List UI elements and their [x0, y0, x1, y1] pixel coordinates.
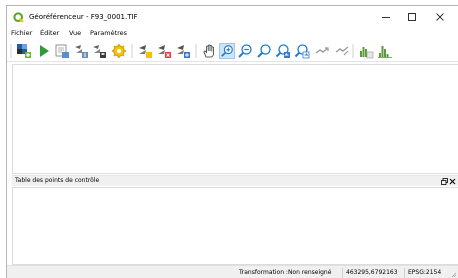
menu-bar: Fichier Éditer Vue Paramètres — [7, 28, 458, 40]
toolbar-grip[interactable] — [10, 44, 12, 58]
full-histogram-stretch-icon — [378, 46, 392, 58]
toolbar-grip[interactable] — [131, 44, 133, 58]
gcp-dock-title: Table des points de contrôle — [15, 177, 100, 184]
add-point-button[interactable] — [137, 43, 153, 59]
dock-float-icon[interactable] — [441, 178, 448, 185]
load-gcp-button[interactable] — [73, 43, 89, 59]
open-raster-button[interactable] — [16, 43, 32, 59]
close-button[interactable] — [429, 10, 451, 24]
add-point-icon — [139, 45, 152, 58]
status-transformation: Transformation :Non renseigné — [239, 269, 332, 276]
dock-close-icon[interactable] — [449, 178, 456, 185]
start-georeferencing-icon — [40, 45, 49, 57]
zoom-next-button[interactable] — [294, 43, 310, 59]
local-histogram-stretch-icon — [360, 47, 374, 59]
local-histogram-stretch-button[interactable] — [358, 43, 374, 59]
save-gcp-button[interactable] — [91, 43, 107, 59]
status-coordinates: 463295,6792163 — [346, 269, 398, 276]
resize-grip-icon[interactable] — [451, 272, 457, 278]
full-histogram-stretch-button[interactable] — [377, 43, 393, 59]
zoom-in-icon — [221, 45, 233, 57]
link-qgis-button[interactable] — [334, 43, 350, 59]
generate-gdal-script-button[interactable] — [54, 43, 70, 59]
map-canvas[interactable] — [12, 64, 458, 174]
link-georeferencer-button[interactable] — [314, 43, 330, 59]
zoom-in-button[interactable] — [219, 43, 235, 59]
transformation-settings-button[interactable] — [111, 43, 127, 59]
zoom-to-layer-icon — [257, 44, 271, 58]
link-georeferencer-icon — [315, 47, 329, 54]
delete-point-icon — [158, 45, 171, 58]
pan-button[interactable] — [201, 43, 217, 59]
minimize-button[interactable] — [375, 10, 397, 24]
status-divider — [342, 268, 343, 278]
toolbar-grip[interactable] — [195, 44, 197, 58]
close-icon — [436, 13, 444, 21]
gcp-table[interactable] — [12, 187, 458, 265]
move-gcp-button[interactable] — [175, 43, 191, 59]
gcp-dock-header: Table des points de contrôle — [12, 175, 458, 186]
minimize-icon — [382, 17, 390, 18]
zoom-out-icon — [238, 44, 252, 58]
zoom-last-icon — [275, 44, 290, 58]
pan-icon — [203, 44, 214, 58]
zoom-last-button[interactable] — [275, 43, 291, 59]
georeferencer-window: Géoréférenceur - F93_0001.TIF Fichier Éd… — [6, 5, 458, 278]
menu-file[interactable]: Fichier — [11, 29, 32, 37]
toolbar-grip[interactable] — [352, 44, 354, 58]
menu-view[interactable]: Vue — [69, 29, 81, 37]
zoom-out-button[interactable] — [237, 43, 253, 59]
move-gcp-icon — [177, 45, 190, 58]
link-qgis-icon — [335, 46, 349, 56]
menu-settings[interactable]: Paramètres — [90, 29, 127, 37]
toolbar — [7, 40, 458, 62]
window-title: Géoréférenceur - F93_0001.TIF — [29, 13, 138, 21]
menu-edit[interactable]: Éditer — [40, 29, 59, 37]
title-bar: Géoréférenceur - F93_0001.TIF — [7, 6, 458, 28]
qgis-logo-icon — [13, 12, 24, 23]
save-gcp-icon — [93, 45, 106, 58]
start-georeferencing-button[interactable] — [36, 43, 52, 59]
generate-gdal-script-icon — [55, 44, 69, 58]
status-crs[interactable]: EPSG:2154 — [408, 269, 441, 276]
load-gcp-icon — [75, 45, 88, 58]
status-divider — [404, 268, 405, 278]
zoom-next-icon — [294, 44, 310, 59]
maximize-button[interactable] — [401, 10, 423, 24]
zoom-to-layer-button[interactable] — [256, 43, 272, 59]
maximize-icon — [408, 13, 416, 21]
open-raster-icon — [17, 44, 31, 58]
status-bar: Transformation :Non renseigné 463295,679… — [7, 265, 458, 278]
delete-point-button[interactable] — [156, 43, 172, 59]
transformation-settings-icon — [112, 44, 126, 58]
